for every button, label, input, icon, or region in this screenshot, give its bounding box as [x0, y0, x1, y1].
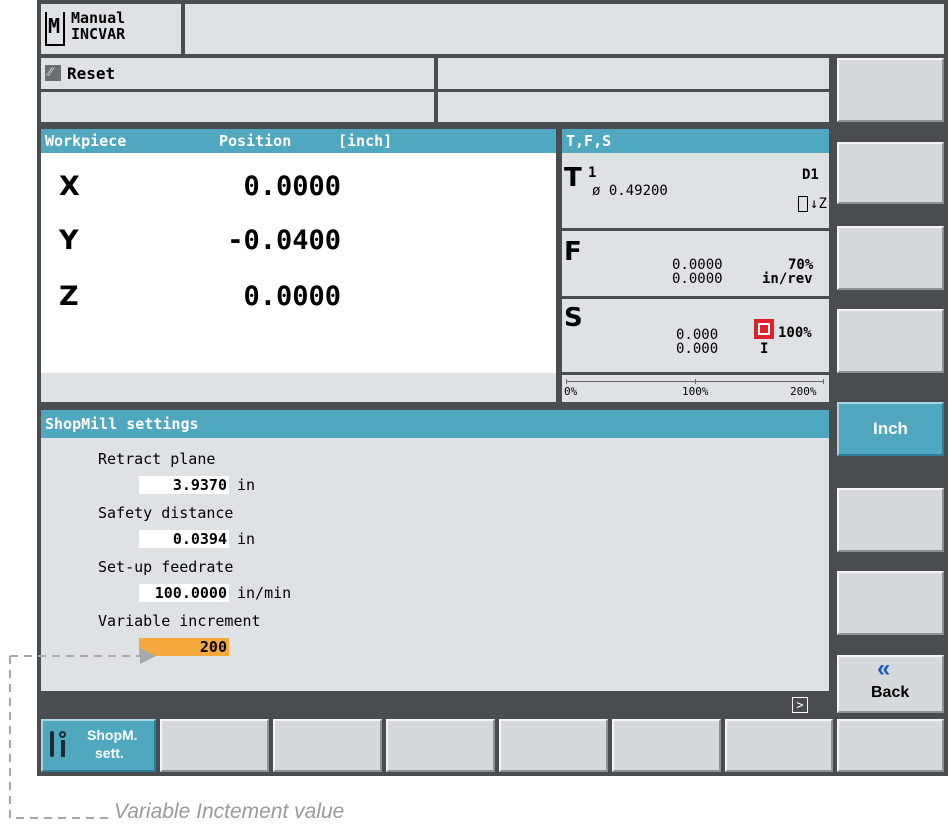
hsk-7[interactable]	[725, 719, 833, 772]
hsk-8[interactable]	[837, 719, 944, 772]
hsk-3[interactable]	[273, 719, 382, 772]
reset-icon: ⁄⁄	[45, 65, 61, 81]
spindle-direction: I	[760, 341, 769, 357]
vsk-3[interactable]	[837, 226, 944, 290]
channel-status-2	[438, 58, 829, 89]
spindle-stop-icon	[754, 319, 774, 339]
tool-number: 1	[588, 165, 597, 181]
setup-feedrate-unit: in/min	[237, 584, 292, 602]
vsk-6[interactable]	[837, 488, 944, 552]
settings-header: ShopMill settings	[41, 410, 829, 438]
hsk-5[interactable]	[499, 719, 608, 772]
vsk-1[interactable]	[837, 58, 944, 122]
feed-unit: in/rev	[762, 271, 813, 287]
position-display: X 0.0000 Y -0.0400 Z 0.0000	[41, 153, 556, 373]
retract-plane-unit: in	[237, 476, 256, 494]
variable-increment-label: Variable increment	[98, 612, 261, 630]
callout-arrow-icon	[140, 648, 156, 664]
load-scale: 0% 100% 200%	[562, 375, 829, 402]
message-line	[438, 92, 829, 122]
mode-line2: INCVAR	[71, 25, 126, 43]
retract-plane-label: Retract plane	[98, 450, 216, 468]
position-footer	[41, 373, 556, 402]
back-softkey[interactable]: « Back	[837, 655, 944, 713]
safety-distance-unit: in	[237, 530, 256, 548]
tfs-header: T,F,S	[562, 129, 829, 153]
hsk-6[interactable]	[612, 719, 721, 772]
inch-softkey[interactable]: Inch	[837, 402, 944, 456]
spindle-override: 100%	[778, 325, 812, 341]
workpiece-header: Workpiece Position [inch]	[41, 129, 556, 153]
mode-icon: M	[45, 12, 65, 46]
workpiece-title: Workpiece	[45, 132, 127, 150]
settings-title: ShopMill settings	[45, 415, 199, 433]
retract-plane-field[interactable]: 3.9370	[139, 476, 229, 494]
back-arrow-icon: «	[877, 655, 891, 682]
tool-axis: ↓Z	[810, 196, 827, 212]
channel-status: ⁄⁄ Reset	[41, 58, 434, 89]
tool-offset: D1	[802, 167, 819, 183]
scale-tick-200	[823, 379, 824, 384]
mode-text: Manual INCVAR	[71, 10, 125, 42]
spindle-letter: S	[564, 303, 583, 333]
axis-x-label: X	[59, 171, 80, 202]
safety-distance-field[interactable]: 0.0394	[139, 530, 229, 548]
expand-arrow-icon[interactable]: >	[792, 697, 808, 713]
setup-feedrate-label: Set-up feedrate	[98, 558, 234, 576]
scale-tick-0	[566, 379, 567, 384]
mode-line1: Manual	[71, 9, 126, 27]
vsk-7[interactable]	[837, 571, 944, 635]
channel-text: Reset	[67, 64, 116, 83]
axis-z-value: 0.0000	[243, 281, 341, 312]
hsk-4[interactable]	[386, 719, 495, 772]
axis-x-value: 0.0000	[243, 171, 341, 202]
tool-diameter: ø 0.49200	[592, 183, 668, 199]
annotation-callout	[9, 648, 156, 819]
annotation-text: Variable Inctement value	[114, 800, 345, 823]
tfs-title: T,F,S	[566, 132, 612, 150]
axis-y-label: Y	[59, 225, 79, 256]
callout-line-side	[9, 656, 110, 819]
header-bar	[185, 4, 944, 54]
safety-distance-label: Safety distance	[98, 504, 234, 522]
scale-label-0: 0%	[564, 385, 578, 398]
spindle-box: S 0.000 0.000 100% I	[562, 299, 829, 372]
feed-box: F 0.0000 0.0000 70% in/rev	[562, 231, 829, 296]
mode-box: M Manual INCVAR	[41, 4, 181, 54]
feed-value-2: 0.0000	[672, 271, 723, 287]
tool-letter: T	[564, 163, 582, 193]
setup-feedrate-field[interactable]: 100.0000	[139, 584, 229, 602]
axis-z-label: Z	[59, 281, 79, 312]
spindle-value-2: 0.000	[676, 341, 719, 357]
vsk-4[interactable]	[837, 309, 944, 373]
drill-z-icon	[798, 196, 808, 212]
scale-tick-100	[695, 379, 696, 384]
feed-letter: F	[564, 237, 582, 267]
vsk-2[interactable]	[837, 142, 944, 204]
scale-label-200: 200%	[790, 385, 817, 398]
unit-label: [inch]	[338, 132, 393, 150]
tool-box: T 1 ø 0.49200 D1 ↓Z	[562, 153, 829, 228]
position-label: Position	[219, 132, 292, 150]
scale-label-100: 100%	[682, 385, 709, 398]
alarm-line	[41, 92, 434, 122]
back-softkey-label: Back	[871, 684, 910, 701]
inch-softkey-label: Inch	[873, 419, 908, 438]
axis-y-value: -0.0400	[227, 225, 341, 256]
